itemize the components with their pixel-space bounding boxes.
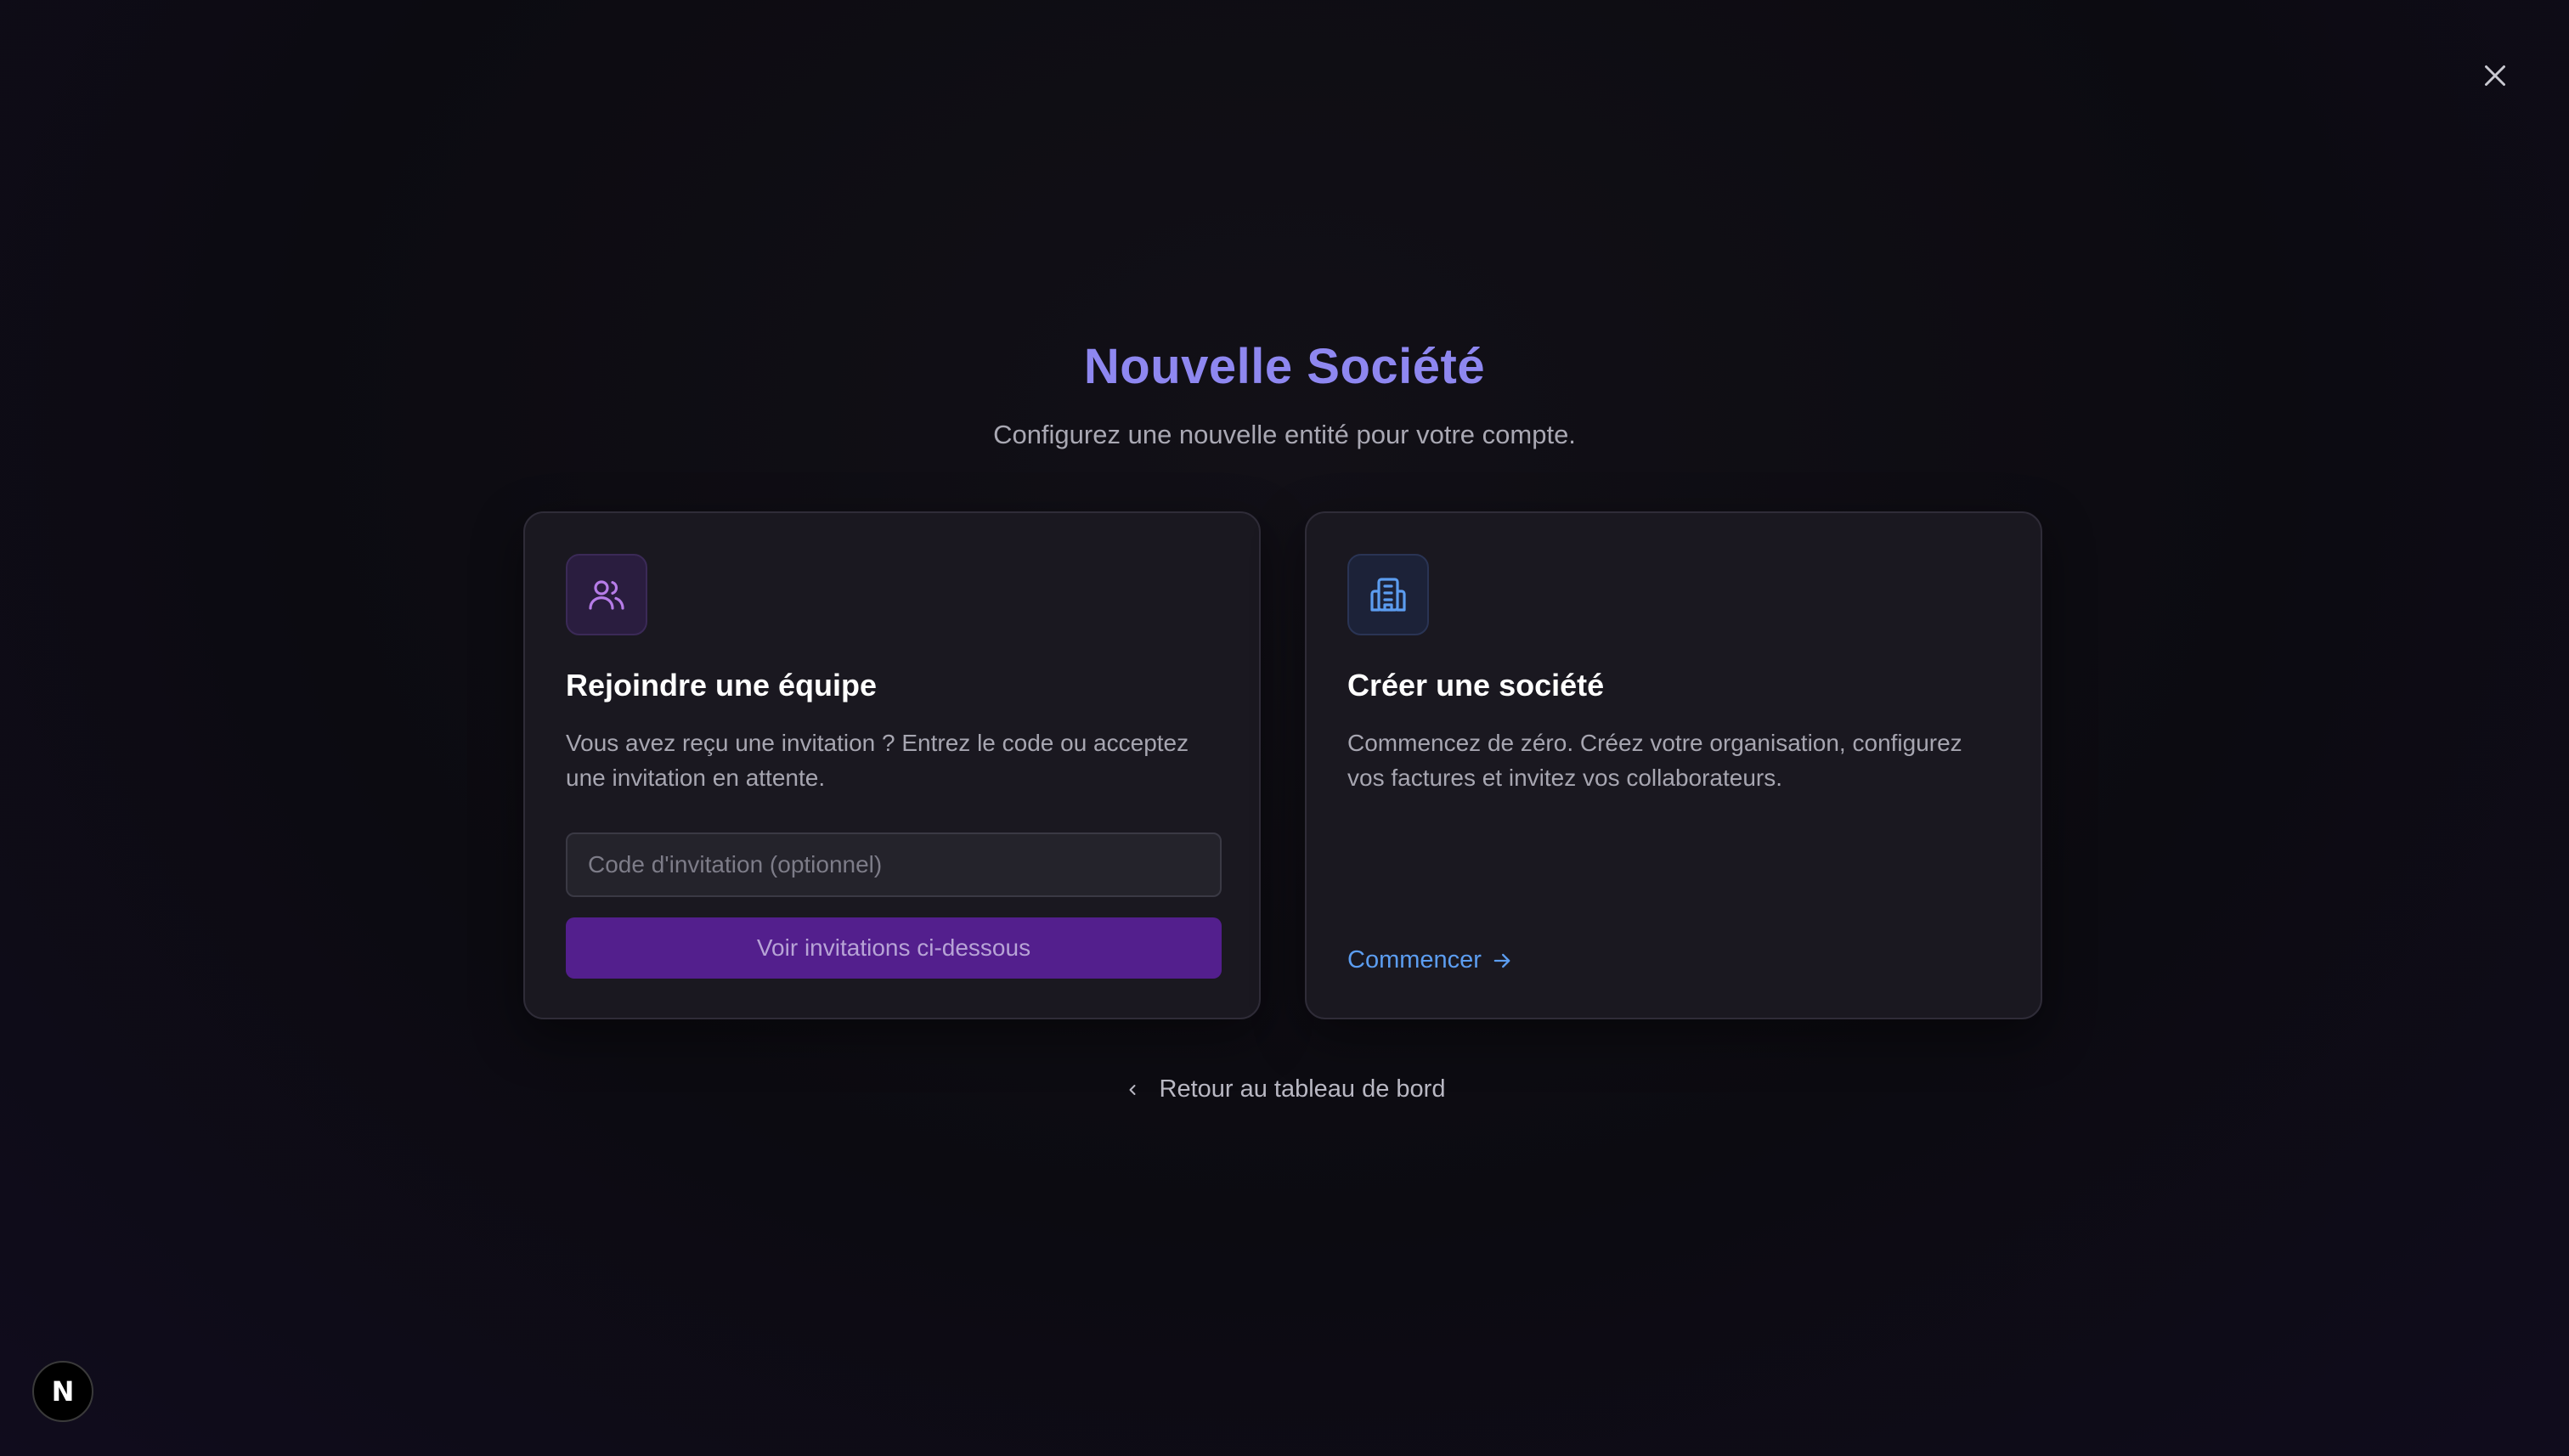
- join-team-description: Vous avez reçu une invitation ? Entrez l…: [566, 730, 1189, 791]
- create-company-icon-box: [1347, 554, 1429, 635]
- arrow-right-icon: [1493, 953, 1510, 968]
- invitation-code-input[interactable]: [566, 832, 1222, 897]
- building-icon: [1370, 578, 1406, 612]
- page-title: Nouvelle Société: [1083, 339, 1486, 394]
- start-link-label: Commencer: [1347, 946, 1482, 973]
- create-company-title: Créer une société: [1347, 668, 1605, 703]
- close-icon: [2485, 65, 2505, 86]
- users-icon: [589, 580, 624, 610]
- create-company-description: Commencez de zéro. Créez votre organisat…: [1347, 730, 1962, 791]
- back-link-label: Retour au tableau de bord: [1159, 1075, 1446, 1103]
- join-team-title: Rejoindre une équipe: [566, 668, 878, 703]
- chevron-left-icon: [1129, 1084, 1135, 1095]
- n-logo-badge[interactable]: N: [32, 1361, 93, 1422]
- start-link[interactable]: Commencer: [1347, 946, 1514, 974]
- join-team-icon-box: [566, 554, 647, 635]
- join-team-card: Rejoindre une équipe Vous avez reçu une …: [523, 511, 1261, 1019]
- page-subtitle: Configurez une nouvelle entité pour votr…: [993, 420, 1576, 449]
- n-logo-letter: N: [51, 1375, 75, 1408]
- back-to-dashboard-link[interactable]: Retour au tableau de bord: [0, 1075, 2569, 1103]
- create-company-card: Créer une société Commencez de zéro. Cré…: [1305, 511, 2042, 1019]
- view-invitations-button[interactable]: Voir invitations ci-dessous: [566, 917, 1222, 979]
- close-button[interactable]: [2472, 53, 2518, 99]
